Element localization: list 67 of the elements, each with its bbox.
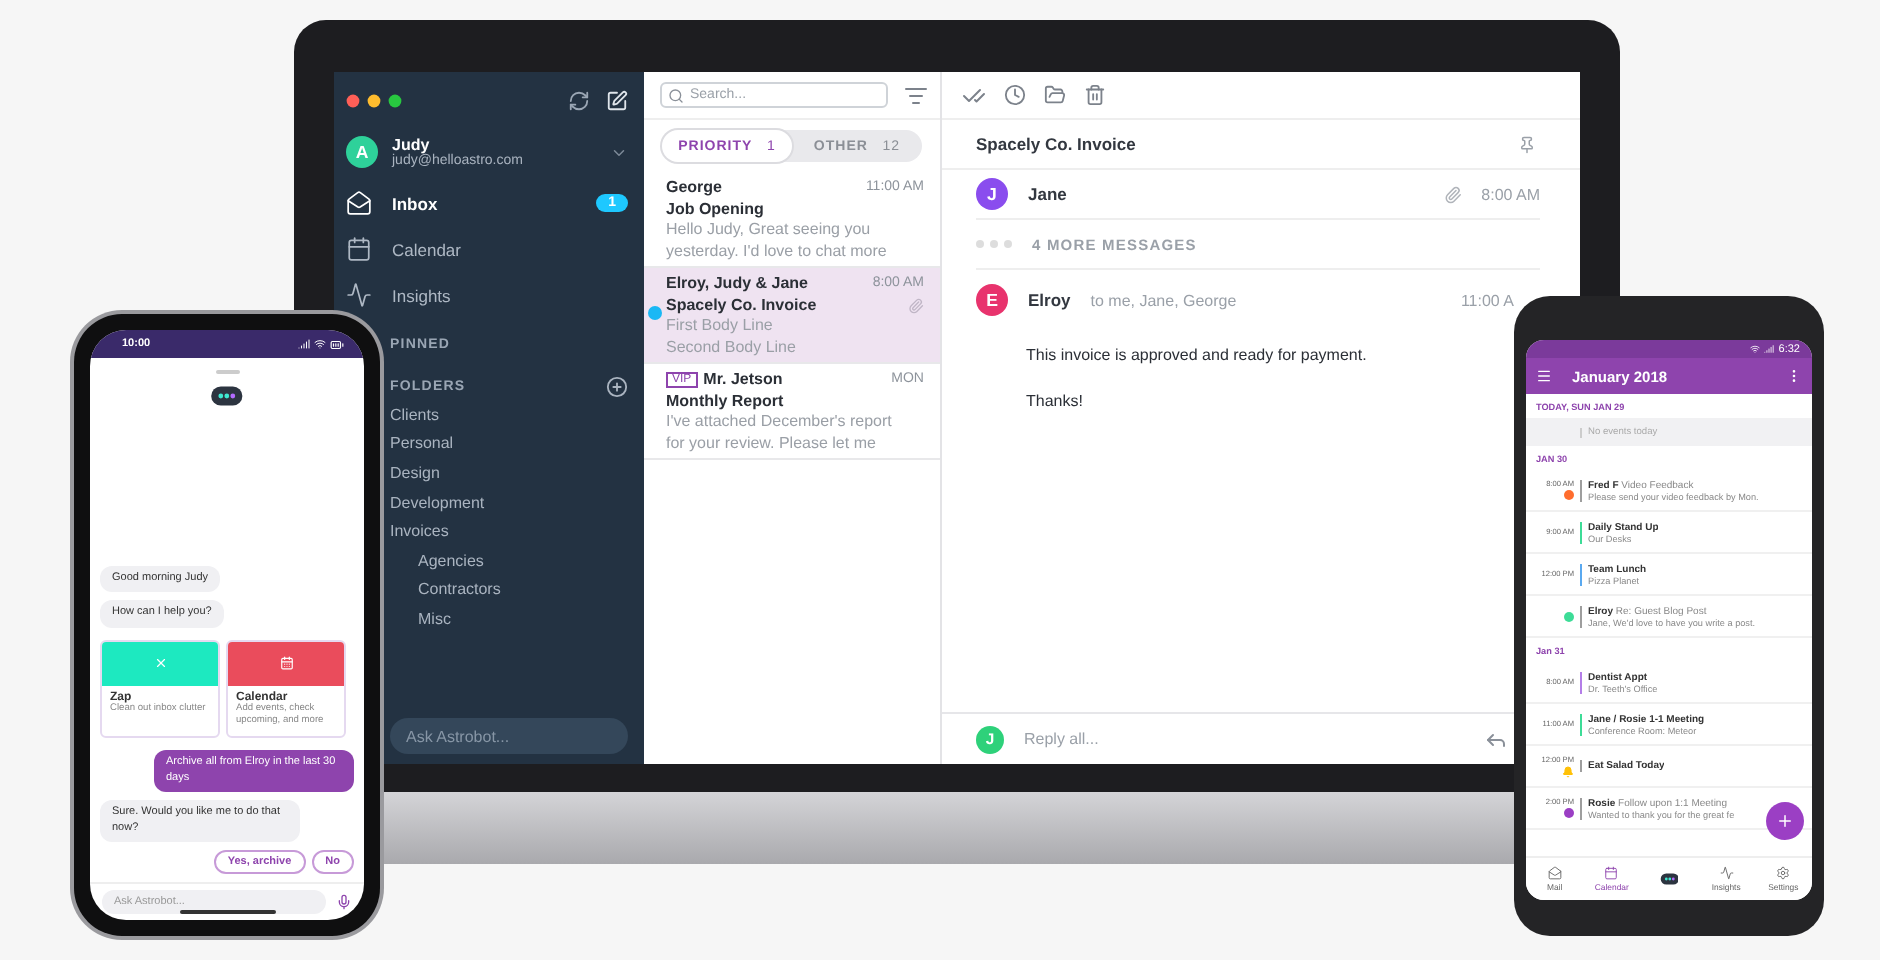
folder-icon[interactable] bbox=[1044, 84, 1066, 106]
clock-icon[interactable] bbox=[1004, 84, 1026, 106]
account-avatar: A bbox=[346, 136, 378, 168]
message-preview: I've attached December's report bbox=[666, 412, 894, 434]
search-icon bbox=[668, 88, 684, 104]
settings-icon bbox=[1776, 866, 1791, 880]
message-body: Thanks! bbox=[1026, 392, 1083, 410]
folder-item[interactable]: Development bbox=[390, 487, 485, 517]
folder-item[interactable]: Invoices bbox=[390, 516, 449, 546]
wifi-icon bbox=[314, 337, 326, 349]
message-subject: Monthly Report bbox=[666, 392, 784, 410]
pulse-icon bbox=[1719, 866, 1734, 880]
mail-icon bbox=[1547, 866, 1562, 880]
message-preview: Hello Judy, Great seeing you bbox=[666, 220, 873, 242]
calendar-icon bbox=[279, 656, 293, 671]
folder-item[interactable]: Contractors bbox=[418, 575, 501, 605]
reply-field[interactable]: Reply all... bbox=[1020, 728, 1468, 750]
dots-icon bbox=[976, 240, 1012, 248]
robot-icon bbox=[1659, 872, 1679, 886]
message-sender: Elroy, Judy & Jane bbox=[666, 274, 808, 292]
done-icon[interactable] bbox=[962, 83, 986, 107]
folder-item[interactable]: Clients bbox=[390, 400, 439, 430]
recipients: to me, Jane, George bbox=[1090, 291, 1237, 309]
ask-field[interactable]: Ask Astrobot... bbox=[390, 718, 628, 754]
add-button[interactable] bbox=[1766, 802, 1804, 840]
calendar-icon bbox=[1604, 866, 1619, 880]
sender-avatar: J bbox=[976, 178, 1008, 210]
microphone-icon[interactable] bbox=[336, 894, 352, 910]
message-preview: yesterday. I'd love to chat more bbox=[666, 242, 889, 264]
sender-avatar: E bbox=[976, 284, 1008, 316]
add-icon[interactable] bbox=[606, 375, 628, 397]
battery-icon bbox=[330, 337, 344, 351]
calendar-icon bbox=[346, 236, 372, 262]
trash-icon[interactable] bbox=[1084, 84, 1106, 106]
nav-item[interactable]: Calendar bbox=[346, 226, 628, 272]
sender-name: Elroy bbox=[1028, 290, 1071, 310]
menu-icon[interactable] bbox=[1536, 368, 1552, 384]
thread-subject: Spacely Co. Invoice bbox=[976, 134, 1136, 154]
filter-icon[interactable] bbox=[904, 83, 928, 107]
message-time: 8:00 AM bbox=[1481, 185, 1540, 203]
message-preview: Second Body Line bbox=[666, 338, 798, 360]
plus-icon bbox=[1776, 812, 1794, 830]
message-sender: Mr. Jetson bbox=[703, 370, 783, 388]
folder-item[interactable]: Agencies bbox=[418, 545, 484, 576]
compose-icon[interactable] bbox=[606, 89, 628, 111]
pin-icon[interactable] bbox=[1518, 135, 1536, 153]
sender-name: Jane bbox=[1028, 184, 1067, 204]
nav-item[interactable]: Insights bbox=[346, 272, 628, 318]
message-sender: George bbox=[666, 178, 723, 196]
message-body: This invoice is approved and ready for payment. bbox=[1026, 346, 1367, 364]
wifi-icon bbox=[1750, 344, 1761, 354]
refresh-icon[interactable] bbox=[568, 89, 590, 111]
robot-icon bbox=[210, 384, 244, 408]
folder-item[interactable]: Design bbox=[390, 458, 440, 488]
pulse-icon bbox=[346, 282, 372, 308]
folder-item[interactable]: Misc bbox=[418, 604, 451, 634]
inbox-icon bbox=[346, 190, 372, 216]
message-subject: Job Opening bbox=[666, 200, 764, 218]
message-preview: First Body Line bbox=[666, 316, 775, 338]
message-time: 11:00 A bbox=[1460, 291, 1514, 309]
signal-icon bbox=[1764, 344, 1775, 354]
message-subject: Spacely Co. Invoice bbox=[666, 296, 817, 314]
signal-icon bbox=[298, 337, 310, 349]
message-preview: for your review. Please let me bbox=[666, 434, 878, 456]
account-name: Judy bbox=[392, 136, 430, 154]
folder-item[interactable]: Personal bbox=[390, 429, 454, 459]
message-header[interactable]: J Jane 8:00 AM bbox=[976, 170, 1540, 220]
